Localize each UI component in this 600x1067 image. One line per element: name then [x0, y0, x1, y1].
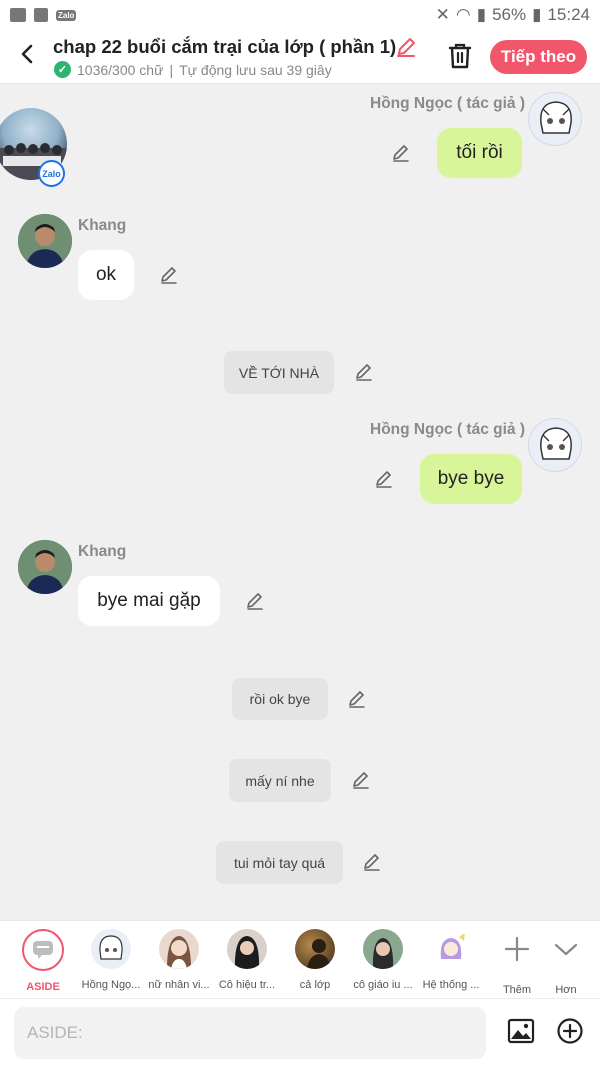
character-aside[interactable]: ASIDE: [9, 929, 77, 993]
speaker-name: Khang: [78, 217, 127, 234]
character-avatar: [363, 929, 403, 969]
anime-avatar-icon: [540, 101, 572, 134]
character-label: Hồng Ngọ...: [81, 979, 141, 991]
character-avatar[interactable]: [18, 214, 72, 268]
input-bar: [0, 998, 600, 1067]
mute-icon: ✕: [435, 5, 450, 24]
signal-icon: ▮: [476, 5, 487, 24]
character-avatar: [227, 929, 267, 969]
character-label: Cô hiệu tr...: [218, 979, 276, 991]
image-icon[interactable]: [507, 1018, 535, 1044]
clock: 15:24: [547, 5, 590, 24]
edit-message-icon[interactable]: [362, 852, 382, 872]
character-whole-class[interactable]: cả lớp: [281, 929, 349, 991]
editor-header: chap 22 buổi cắm trại của lớp ( phần 1) …: [0, 30, 600, 84]
aside-message[interactable]: tui mỏi tay quá: [216, 841, 343, 884]
edit-message-icon[interactable]: [347, 689, 367, 709]
edit-message-icon[interactable]: [351, 770, 371, 790]
edit-title-icon[interactable]: [395, 36, 417, 58]
author-avatar[interactable]: [528, 92, 582, 146]
boy-avatar-icon: [18, 214, 72, 268]
gallery-notification-icon: [10, 8, 26, 22]
battery-icon: ▮: [532, 5, 542, 24]
autosave-status: ✓ 1036/300 chữ | Tự động lưu sau 39 giây: [54, 61, 332, 78]
aside-message[interactable]: mấy ní nhe: [229, 759, 331, 802]
character-avatar: [295, 929, 335, 969]
boy-avatar-icon: [18, 540, 72, 594]
trash-icon[interactable]: [447, 42, 473, 70]
anime-avatar-icon: [540, 427, 572, 460]
speaker-name: Khang: [78, 543, 127, 560]
character-label: Hệ thống ...: [422, 979, 480, 991]
girl-avatar-icon: [167, 936, 191, 969]
edit-message-icon[interactable]: [391, 143, 411, 163]
character-avatar[interactable]: [18, 540, 72, 594]
more-characters-button[interactable]: Hơn: [532, 929, 600, 996]
edit-message-icon[interactable]: [159, 265, 179, 285]
author-avatar[interactable]: [528, 418, 582, 472]
battery-percent: 56%: [492, 5, 527, 24]
back-button[interactable]: [14, 40, 42, 68]
message-input[interactable]: [14, 1007, 486, 1059]
autosave-text: Tự động lưu sau 39 giây: [179, 61, 332, 78]
aside-message[interactable]: VỀ TỚI NHÀ: [224, 351, 334, 394]
chat-area[interactable]: Zalo Hồng Ngọc ( tác giả ) tối rồi Khang…: [0, 84, 600, 920]
wifi-icon: ◠: [455, 5, 471, 24]
character-avatar: [431, 929, 471, 969]
speaker-name: Hồng Ngọc ( tác giả ): [370, 421, 525, 438]
back-arrow-icon: [21, 44, 33, 64]
character-label: cả lớp: [299, 979, 331, 991]
message-bubble[interactable]: bye mai gặp: [78, 576, 220, 626]
zalo-notification-icon: Zalo: [56, 9, 77, 21]
chevron-down-icon: [554, 943, 578, 956]
word-count: 1036/300 chữ: [77, 61, 164, 78]
character-label: nữ nhân vi...: [148, 979, 210, 991]
chibi-avatar-icon: [440, 933, 465, 959]
next-button[interactable]: Tiếp theo: [490, 40, 587, 74]
woman-avatar-icon: [234, 936, 260, 969]
chapter-title[interactable]: chap 22 buổi cắm trại của lớp ( phần 1): [53, 36, 396, 58]
character-hong-ngoc[interactable]: Hồng Ngọ...: [77, 929, 145, 991]
message-bubble[interactable]: tối rồi: [437, 128, 522, 178]
teacher-avatar-icon: [372, 938, 394, 969]
aside-avatar: [22, 929, 64, 971]
silhouette-avatar-icon: [307, 939, 331, 969]
anime-avatar-icon: [99, 935, 123, 960]
edit-message-icon[interactable]: [354, 362, 374, 382]
zalo-badge: Zalo: [38, 160, 65, 187]
check-icon: ✓: [54, 61, 71, 78]
layers-notification-icon: [34, 8, 48, 22]
character-avatar: [91, 929, 131, 969]
character-principal[interactable]: Cô hiệu tr...: [213, 929, 281, 991]
message-bubble[interactable]: ok: [78, 250, 134, 300]
character-label: Hơn: [555, 984, 577, 996]
character-female-lead[interactable]: nữ nhân vi...: [145, 929, 213, 991]
character-label: cô giáo iu ...: [353, 979, 413, 991]
add-circle-icon[interactable]: [556, 1017, 584, 1045]
character-label: ASIDE: [26, 981, 60, 993]
character-system[interactable]: Hệ thống ...: [417, 929, 485, 991]
chat-bubble-icon: [33, 941, 53, 959]
message-bubble[interactable]: bye bye: [420, 454, 522, 504]
character-bar: ASIDE Hồng Ngọ... nữ nhân vi... Cô hiệu …: [0, 920, 600, 998]
plus-icon: [504, 936, 530, 962]
speaker-name: Hồng Ngọc ( tác giả ): [370, 95, 525, 112]
edit-message-icon[interactable]: [245, 591, 265, 611]
edit-message-icon[interactable]: [374, 469, 394, 489]
separator: |: [169, 61, 174, 78]
aside-message[interactable]: rồi ok bye: [232, 678, 328, 720]
status-bar: Zalo ✕ ◠ ▮ 56% ▮ 15:24: [0, 0, 600, 30]
character-avatar: [159, 929, 199, 969]
character-teacher[interactable]: cô giáo iu ...: [349, 929, 417, 991]
